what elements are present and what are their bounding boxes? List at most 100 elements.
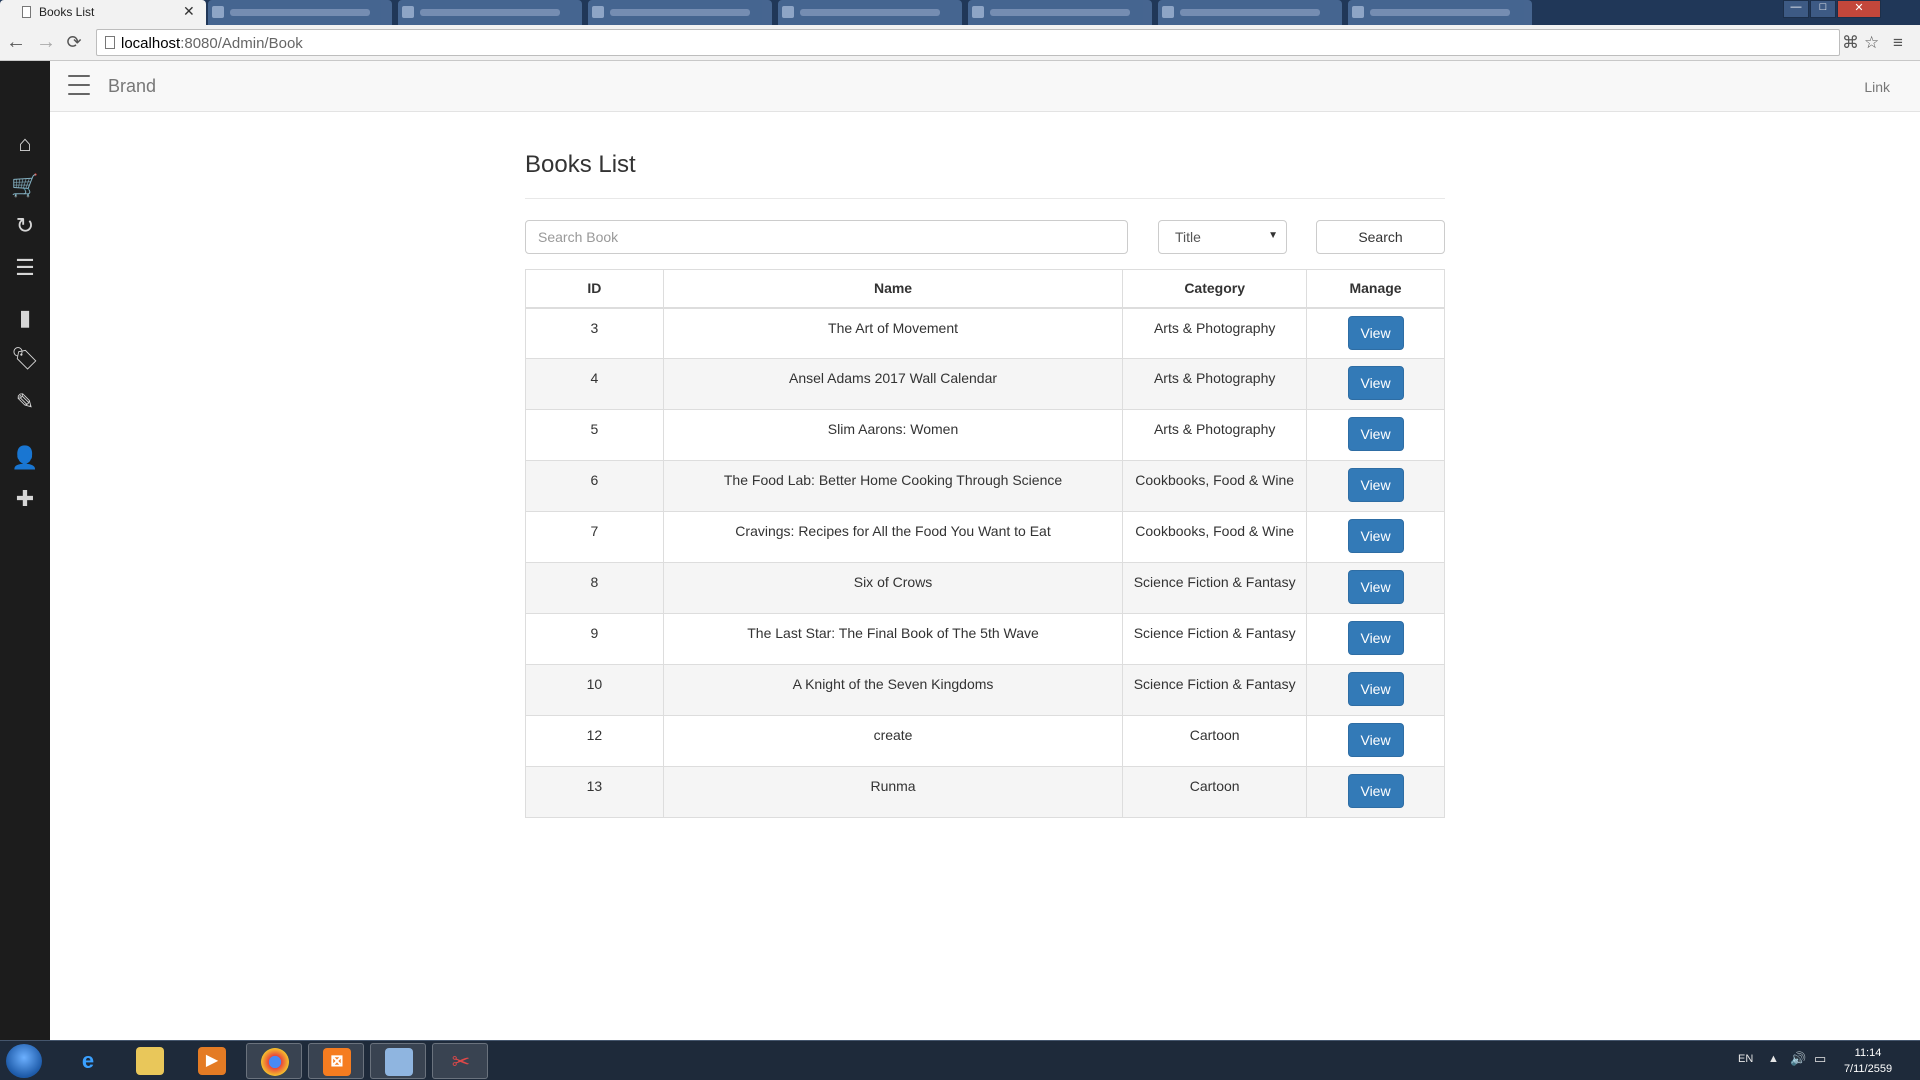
browser-tab[interactable] xyxy=(588,0,772,25)
cell-id: 6 xyxy=(525,460,664,512)
table-row: 5 Slim Aarons: Women Arts & Photography Vie… xyxy=(525,409,1445,461)
tab-title-blurred xyxy=(1180,9,1320,16)
ie-icon: e xyxy=(81,1048,95,1073)
table-row: 12 create Cartoon View xyxy=(525,715,1445,767)
taskbar-media-player[interactable]: ▶ xyxy=(184,1043,240,1079)
hamburger-menu-icon[interactable] xyxy=(68,75,90,95)
column-header-manage: Manage xyxy=(1306,269,1445,309)
tab-close-icon[interactable]: ✕ xyxy=(183,3,195,20)
browser-tab[interactable] xyxy=(968,0,1152,25)
view-button[interactable]: View xyxy=(1347,366,1404,400)
browser-tab[interactable] xyxy=(778,0,962,25)
cell-category: Cartoon xyxy=(1122,715,1308,767)
table-row: 13 Runma Cartoon View xyxy=(525,766,1445,818)
volume-icon[interactable]: 🔊 xyxy=(1790,1051,1806,1067)
minimize-button[interactable]: — xyxy=(1783,0,1809,18)
browser-tab[interactable] xyxy=(398,0,582,25)
taskbar-snipping-tool[interactable]: ✂ xyxy=(432,1043,488,1079)
search-button[interactable]: Search xyxy=(1316,220,1445,254)
cell-id: 3 xyxy=(525,307,664,359)
table-row: 10 A Knight of the Seven Kingdoms Science … xyxy=(525,664,1445,716)
cell-name: Six of Crows xyxy=(662,562,1124,614)
tab-favicon-icon xyxy=(782,6,794,18)
browser-tab[interactable] xyxy=(1158,0,1342,25)
nav-link[interactable]: Link xyxy=(1864,79,1890,95)
cell-name: Cravings: Recipes for All the Food You W… xyxy=(662,511,1124,563)
tab-title: Books List xyxy=(39,5,95,19)
taskbar-ie[interactable]: e xyxy=(60,1043,116,1079)
url-input[interactable]: localhost:8080/Admin/Book xyxy=(96,29,1840,56)
column-header-name: Name xyxy=(662,269,1124,309)
view-button[interactable]: View xyxy=(1347,621,1404,655)
taskbar-explorer[interactable] xyxy=(122,1043,178,1079)
taskbar-app-cube[interactable] xyxy=(370,1043,426,1079)
page-icon xyxy=(22,6,31,18)
cell-manage: View xyxy=(1306,409,1445,461)
tab-favicon-icon xyxy=(1162,6,1174,18)
menu-icon[interactable]: ≡ xyxy=(1893,33,1903,53)
view-button[interactable]: View xyxy=(1347,570,1404,604)
close-window-button[interactable]: ✕ xyxy=(1837,0,1881,18)
cell-manage: View xyxy=(1306,613,1445,665)
cell-manage: View xyxy=(1306,766,1445,818)
tab-favicon-icon xyxy=(402,6,414,18)
page-title: Books List xyxy=(525,151,636,178)
refresh-icon[interactable]: ↻ xyxy=(11,212,39,240)
network-icon[interactable]: ▭ xyxy=(1814,1051,1826,1067)
home-icon[interactable]: ⌂ xyxy=(11,130,39,158)
forward-icon[interactable]: → xyxy=(34,30,58,54)
cart-icon[interactable]: 🛒 xyxy=(11,172,39,200)
bookmark-star-icon[interactable]: ☆ xyxy=(1864,33,1879,53)
taskbar-chrome[interactable] xyxy=(246,1043,302,1079)
clock-time: 11:14 xyxy=(1854,1047,1882,1059)
reload-icon[interactable]: ⟳ xyxy=(62,30,86,54)
chevron-down-icon: ▼ xyxy=(1268,230,1278,241)
tab-books-list[interactable]: Books List ✕ xyxy=(0,0,206,25)
taskbar-xampp[interactable]: ⊠ xyxy=(308,1043,364,1079)
table-row: 3 The Art of Movement Arts & Photography Vi… xyxy=(525,307,1445,359)
view-button[interactable]: View xyxy=(1347,723,1404,757)
tags-icon[interactable]: 🏷 xyxy=(11,345,39,373)
cell-id: 7 xyxy=(525,511,664,563)
language-indicator[interactable]: EN xyxy=(1738,1053,1753,1065)
view-button[interactable]: View xyxy=(1347,774,1404,808)
cell-name: Slim Aarons: Women xyxy=(662,409,1124,461)
view-button[interactable]: View xyxy=(1347,417,1404,451)
tab-title-blurred xyxy=(230,9,370,16)
cell-category: Science Fiction & Fantasy xyxy=(1122,613,1308,665)
chrome-icon xyxy=(261,1048,289,1076)
translate-icon[interactable]: ⌘ xyxy=(1842,33,1859,53)
user-icon[interactable]: 👤 xyxy=(11,444,39,472)
browser-tab[interactable] xyxy=(208,0,392,25)
back-icon[interactable]: ← xyxy=(4,30,28,54)
search-field-select[interactable]: Title ▼ xyxy=(1158,220,1287,254)
view-button[interactable]: View xyxy=(1347,468,1404,502)
system-clock[interactable]: 11:14 7/11/2559 xyxy=(1838,1045,1898,1077)
browser-tab-strip: Books List ✕ — □ ✕ xyxy=(0,0,1920,25)
cube-icon xyxy=(385,1048,413,1076)
browser-tab[interactable] xyxy=(1348,0,1532,25)
table-row: 8 Six of Crows Science Fiction & Fantasy Vi… xyxy=(525,562,1445,614)
cell-manage: View xyxy=(1306,715,1445,767)
brand-link[interactable]: Brand xyxy=(108,76,156,97)
show-hidden-icons-icon[interactable]: ▲ xyxy=(1768,1053,1779,1065)
table-row: 6 The Food Lab: Better Home Cooking Throu… xyxy=(525,460,1445,512)
column-header-id: ID xyxy=(525,269,664,309)
start-button[interactable] xyxy=(6,1044,42,1078)
pencil-icon[interactable]: ✎ xyxy=(11,388,39,416)
plus-icon[interactable]: ✚ xyxy=(11,485,39,513)
media-player-icon: ▶ xyxy=(198,1047,226,1075)
tab-title-blurred xyxy=(990,9,1130,16)
view-button[interactable]: View xyxy=(1347,315,1404,350)
search-book-input[interactable] xyxy=(525,220,1128,254)
book-icon[interactable]: ▮ xyxy=(11,304,39,332)
view-button[interactable]: View xyxy=(1347,519,1404,553)
maximize-button[interactable]: □ xyxy=(1810,0,1836,18)
cell-category: Cookbooks, Food & Wine xyxy=(1122,460,1308,512)
table-header-row: ID Name Category Manage xyxy=(525,269,1445,309)
column-header-category: Category xyxy=(1122,269,1308,309)
top-navbar: Brand Link xyxy=(50,61,1920,112)
view-button[interactable]: View xyxy=(1347,672,1404,706)
list-icon[interactable]: ☰ xyxy=(11,254,39,282)
cell-name: create xyxy=(662,715,1124,767)
